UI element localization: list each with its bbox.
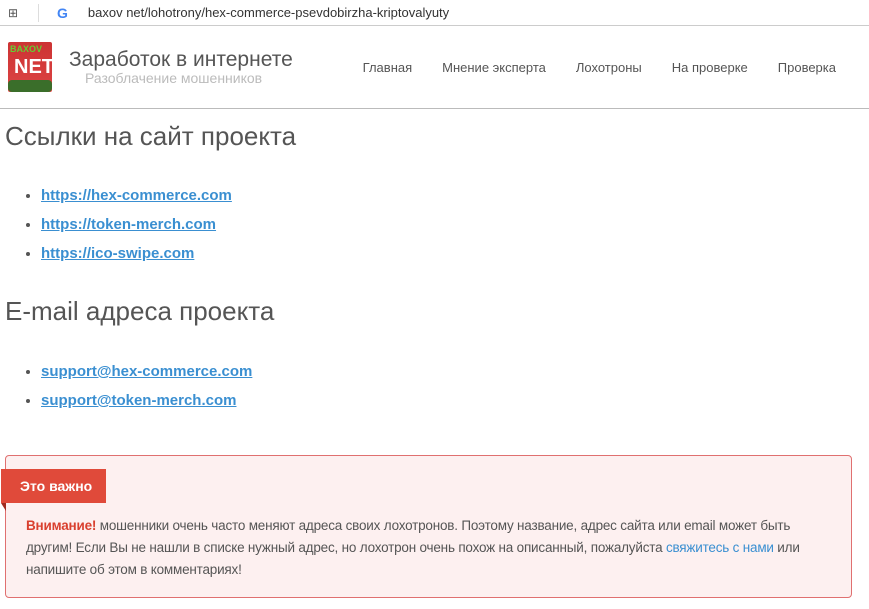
links-heading: Ссылки на сайт проекта <box>5 121 297 151</box>
list-item: support@hex-commerce.com <box>41 357 869 386</box>
project-link[interactable]: https://token-merch.com <box>41 216 216 233</box>
notice-message: Внимание! мошенники очень часто меняют а… <box>26 515 833 581</box>
address-bar: ⊞ G baxov net/lohotrony/hex-commerce-pse… <box>0 0 869 26</box>
nav-scams[interactable]: Лохотроны <box>576 60 642 75</box>
site-header: BAXOV NET Заработок в интернете Разоблач… <box>0 26 869 109</box>
logo-text-main: NET <box>14 56 54 78</box>
contact-link[interactable]: свяжитесь с нами <box>666 540 774 555</box>
project-link[interactable]: https://hex-commerce.com <box>41 187 232 204</box>
notice-badge: Это важно <box>1 469 107 511</box>
url-text[interactable]: baxov net/lohotrony/hex-commerce-psevdob… <box>88 5 449 20</box>
google-icon: G <box>57 4 68 21</box>
site-subtitle: Разоблачение мошенников <box>85 70 263 86</box>
nav-home[interactable]: Главная <box>363 60 412 75</box>
list-item: https://hex-commerce.com <box>41 181 869 210</box>
list-item: https://token-merch.com <box>41 210 869 239</box>
email-heading: E-mail адреса проекта <box>5 296 275 326</box>
site-logo[interactable]: BAXOV NET <box>8 42 54 92</box>
email-link[interactable]: support@token-merch.com <box>41 392 236 409</box>
brand: Заработок в интернете Разоблачение мошен… <box>69 48 293 86</box>
project-link[interactable]: https://ico-swipe.com <box>41 245 194 262</box>
nav-expert-opinion[interactable]: Мнение эксперта <box>442 60 546 75</box>
important-notice: Это важно Внимание! мошенники очень част… <box>1 455 852 598</box>
links-list: https://hex-commerce.com https://token-m… <box>41 181 869 268</box>
email-link[interactable]: support@hex-commerce.com <box>41 363 252 380</box>
main-nav: Главная Мнение эксперта Лохотроны На про… <box>363 26 869 108</box>
list-item: support@token-merch.com <box>41 386 869 415</box>
nav-under-review[interactable]: На проверке <box>672 60 748 75</box>
wreath-decoration <box>8 80 52 92</box>
warning-label: Внимание! <box>26 518 97 533</box>
email-list: support@hex-commerce.com support@token-m… <box>41 357 869 415</box>
nav-check[interactable]: Проверка <box>778 60 836 75</box>
list-item: https://ico-swipe.com <box>41 239 869 268</box>
site-title[interactable]: Заработок в интернете <box>69 48 293 72</box>
divider <box>38 3 39 22</box>
logo-text-top: BAXOV <box>10 44 43 54</box>
apps-icon[interactable]: ⊞ <box>8 6 22 20</box>
